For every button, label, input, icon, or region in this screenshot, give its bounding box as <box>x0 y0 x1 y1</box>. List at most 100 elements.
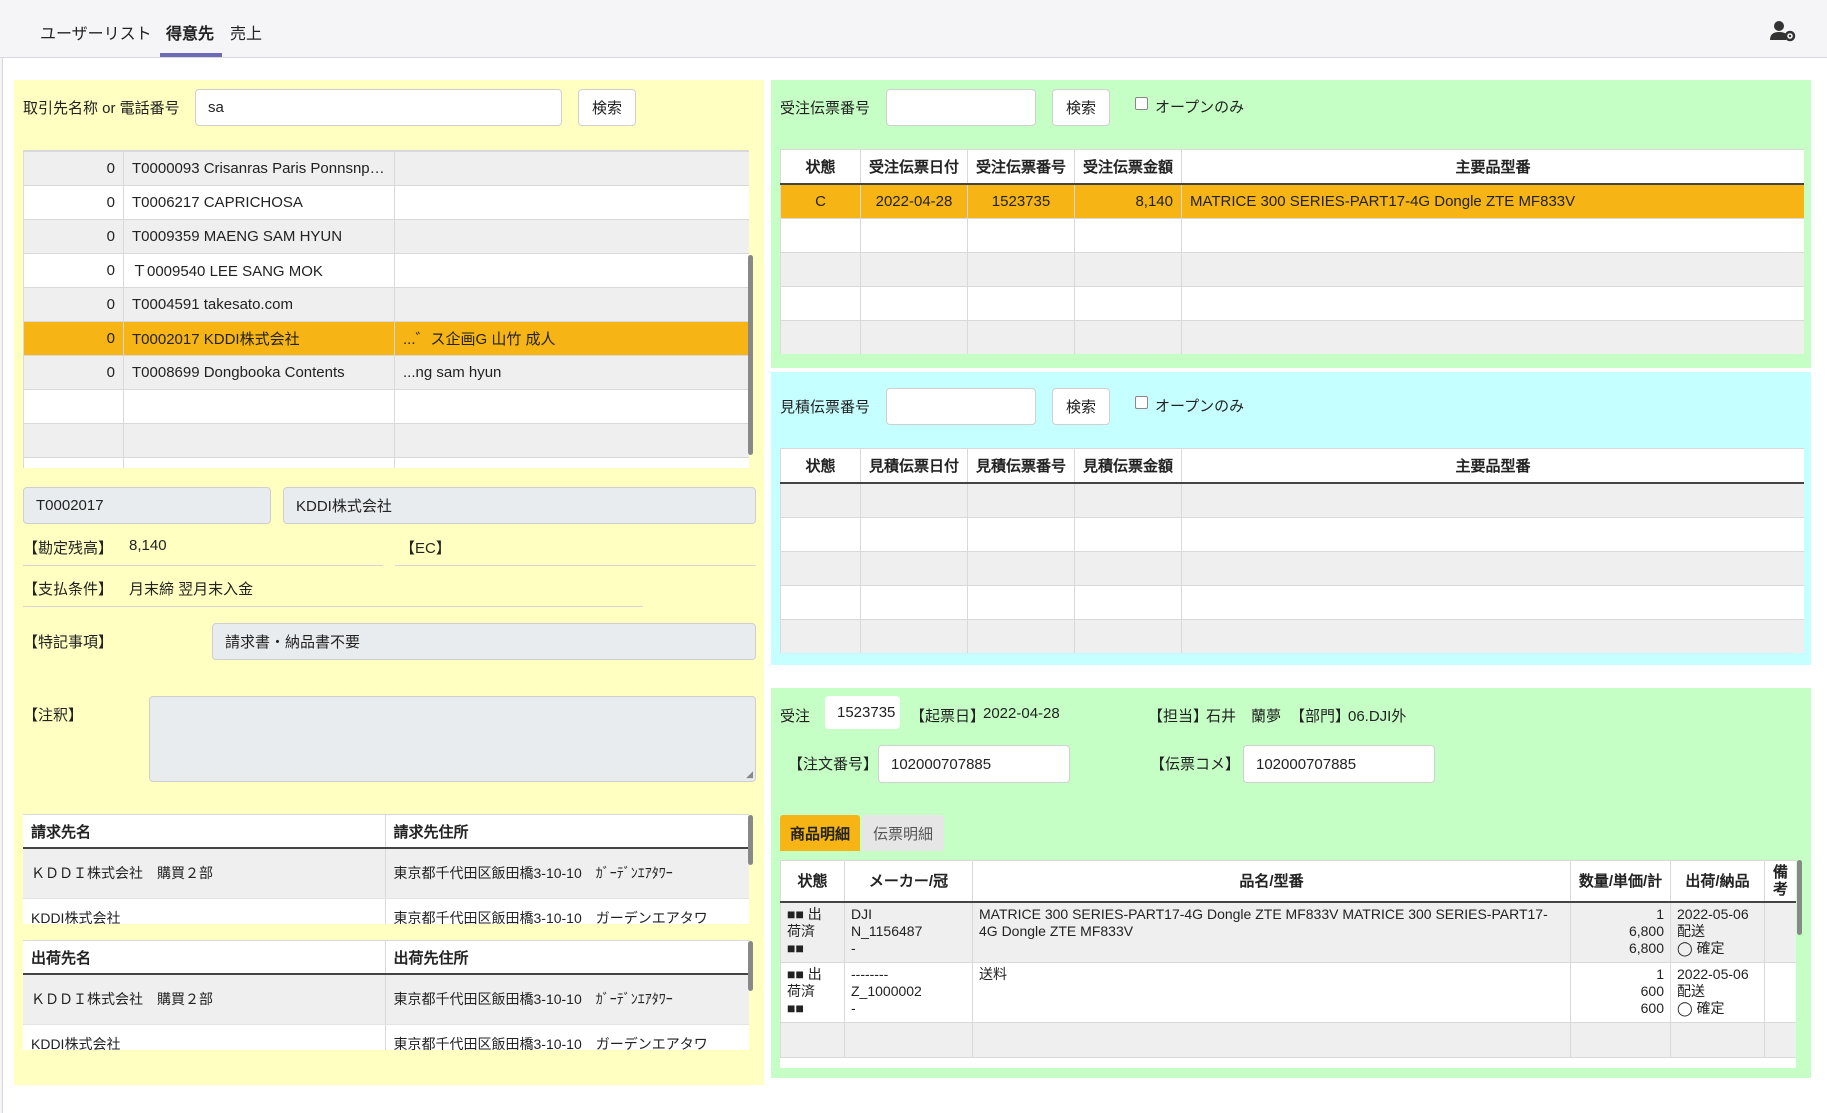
table-row[interactable] <box>23 457 749 468</box>
line-item <box>972 1021 1571 1058</box>
tab-slip-details[interactable]: 伝票明細 <box>862 815 944 851</box>
order-lines-scrollbar[interactable] <box>1797 860 1802 935</box>
tab-item-details[interactable]: 商品明細 <box>780 815 860 851</box>
table-row[interactable] <box>780 1021 1796 1058</box>
table-row[interactable]: 0 Ｔ0009540 LEE SANG MOK <box>23 253 749 288</box>
po-number-input[interactable]: 102000707885 <box>878 745 1070 783</box>
table-row[interactable] <box>780 619 1804 653</box>
quotes-amount-header: 見積伝票金額 <box>1074 448 1182 484</box>
annotation-label: 【注釈】 <box>23 707 84 724</box>
customer-contact <box>394 151 749 186</box>
table-row[interactable]: 0 T0004591 takesato.com <box>23 287 749 322</box>
table-row[interactable]: C 2022-04-28 1523735 8,140 MATRICE 300 S… <box>780 183 1804 219</box>
quotes-status-header: 状態 <box>780 448 861 484</box>
quote-number-label: 見積伝票番号 <box>780 399 871 416</box>
special-notes-field: 請求書・納品書不要 <box>212 623 756 660</box>
line-qty-text: 600 <box>1640 999 1664 1016</box>
line-maker-text: -------- <box>851 965 889 982</box>
line-status: ■■ 出荷済 ■■ <box>780 961 845 1023</box>
customer-count: 0 <box>23 253 124 288</box>
quote-number-input[interactable] <box>886 388 1036 425</box>
quotes-open-only-checkbox[interactable] <box>1135 396 1148 409</box>
line-ship: 2022-05-06 配送 ◯ 確定 <box>1670 901 1765 963</box>
table-row[interactable] <box>780 551 1804 586</box>
customer-search-button[interactable]: 検索 <box>578 89 636 126</box>
billing-name: ＫＤＤＩ株式会社 購買２部 <box>23 848 386 899</box>
line-ship: 2022-05-06 配送 ◯ 確定 <box>1670 961 1765 1023</box>
table-row[interactable]: ＫＤＤＩ株式会社 購買２部 東京都千代田区飯田橋3-10-10 ｶﾞｰﾃﾞﾝｴｱ… <box>23 848 749 899</box>
customer-contact <box>394 457 749 468</box>
line-ship-text: ◯ 確定 <box>1677 940 1725 956</box>
customer-contact <box>394 389 749 424</box>
table-row[interactable] <box>780 517 1804 552</box>
order-number-label: 受注伝票番号 <box>780 100 871 117</box>
user-gear-icon[interactable] <box>1770 20 1796 42</box>
staff-label: 【担当】 <box>1148 708 1209 725</box>
billing-scrollbar[interactable] <box>748 815 753 865</box>
customer-name <box>123 423 395 458</box>
shipping-scrollbar[interactable] <box>748 941 753 991</box>
customer-contact <box>394 185 749 220</box>
table-row[interactable] <box>780 320 1804 354</box>
table-row[interactable]: ■■ 出荷済 ■■ -------- Z_1000002- 送料 1 600 600 2022-… <box>780 961 1796 1023</box>
customer-contact: ...゛ス企画G 山竹 成人 <box>394 321 749 356</box>
customer-count: 0 <box>23 185 124 220</box>
slip-comment-input[interactable]: 102000707885 <box>1243 745 1435 783</box>
resize-handle-icon[interactable]: ◢ <box>746 769 753 780</box>
billing-address: 東京都千代田区飯田橋3-10-10 ｶﾞｰﾃﾞﾝｴｱﾀﾜｰ <box>385 848 749 899</box>
tab-sales[interactable]: 売上 <box>230 20 262 44</box>
table-row[interactable] <box>23 423 749 458</box>
line-note <box>1764 901 1796 963</box>
table-row[interactable]: 0 T0000093 Crisanras Paris Ponnsnp… <box>23 151 749 186</box>
tab-user-list[interactable]: ユーザーリスト <box>40 20 152 44</box>
table-row[interactable] <box>780 252 1804 287</box>
order-number-input[interactable] <box>886 89 1036 126</box>
table-row[interactable] <box>780 585 1804 620</box>
line-maker: DJI N_1156487- <box>844 901 973 963</box>
line-maker-text: DJI <box>851 906 872 922</box>
divider <box>23 606 643 607</box>
line-status-text: ■■ 出 <box>787 906 822 922</box>
quotes-open-only-label: オープンのみ <box>1155 398 1245 415</box>
line-maker-text: - <box>851 940 856 956</box>
table-row[interactable]: 0 T0006217 CAPRICHOSA <box>23 185 749 220</box>
orders-table: 状態 受注伝票日付 受注伝票番号 受注伝票金額 主要品型番 C 2022-04-… <box>780 149 1804 354</box>
tab-customers[interactable]: 得意先 <box>166 20 214 44</box>
table-row[interactable]: 0 T0008699 Dongbooka Contents ...ng sam hy… <box>23 355 749 390</box>
shipping-name: ＫＤＤＩ株式会社 購買２部 <box>23 974 386 1025</box>
table-row[interactable]: KDDI株式会社 東京都千代田区飯田橋3-10-10 ガーデンエアタワ <box>23 898 749 924</box>
customer-search-input[interactable]: sa <box>195 89 562 126</box>
table-row[interactable] <box>780 218 1804 253</box>
shipping-address: 東京都千代田区飯田橋3-10-10 ｶﾞｰﾃﾞﾝｴｱﾀﾜｰ <box>385 974 749 1025</box>
quote-search-button[interactable]: 検索 <box>1052 388 1110 425</box>
customer-name: T0008699 Dongbooka Contents <box>123 355 395 390</box>
table-row[interactable]: ■■ 出荷済 ■■ DJI N_1156487- MATRICE 300 SERIES-… <box>780 901 1796 963</box>
line-status-text: ■■ 出 <box>787 965 822 982</box>
orders-open-only-checkbox[interactable] <box>1135 97 1148 110</box>
table-row[interactable] <box>780 286 1804 321</box>
shipping-table: 出荷先名 出荷先住所 ＫＤＤＩ株式会社 購買２部 東京都千代田区飯田橋3-10-… <box>23 940 749 1050</box>
table-row[interactable] <box>780 482 1804 518</box>
line-maker <box>844 1021 973 1058</box>
line-qty-text: 600 <box>1640 982 1664 999</box>
customer-name <box>123 457 395 468</box>
quotes-number-header: 見積伝票番号 <box>967 448 1075 484</box>
customer-count <box>23 457 124 468</box>
table-row[interactable]: 0 T0009359 MAENG SAM HYUN <box>23 219 749 254</box>
line-qty-header: 数量/単価/計 <box>1570 860 1671 903</box>
customer-name: Ｔ0009540 LEE SANG MOK <box>123 253 395 288</box>
line-item-header: 品名/型番 <box>972 860 1571 903</box>
customer-count: 0 <box>23 287 124 322</box>
table-row[interactable]: ＫＤＤＩ株式会社 購買２部 東京都千代田区飯田橋3-10-10 ｶﾞｰﾃﾞﾝｴｱ… <box>23 974 749 1025</box>
annotation-textarea[interactable]: ◢ <box>149 696 756 782</box>
line-qty: 1 6,800 6,800 <box>1570 901 1671 963</box>
order-amount: 8,140 <box>1074 183 1182 219</box>
table-row[interactable]: KDDI株式会社 東京都千代田区飯田橋3-10-10 ガーデンエアタワ <box>23 1024 749 1050</box>
table-row[interactable]: 0 T0002017 KDDI株式会社 ...゛ス企画G 山竹 成人 <box>23 321 749 356</box>
table-row[interactable] <box>23 389 749 424</box>
billing-address: 東京都千代田区飯田橋3-10-10 ガーデンエアタワ <box>385 898 749 924</box>
line-note <box>1764 961 1796 1023</box>
orders-status-header: 状態 <box>780 149 861 185</box>
customer-list-scrollbar[interactable] <box>748 255 753 455</box>
order-search-button[interactable]: 検索 <box>1052 89 1110 126</box>
